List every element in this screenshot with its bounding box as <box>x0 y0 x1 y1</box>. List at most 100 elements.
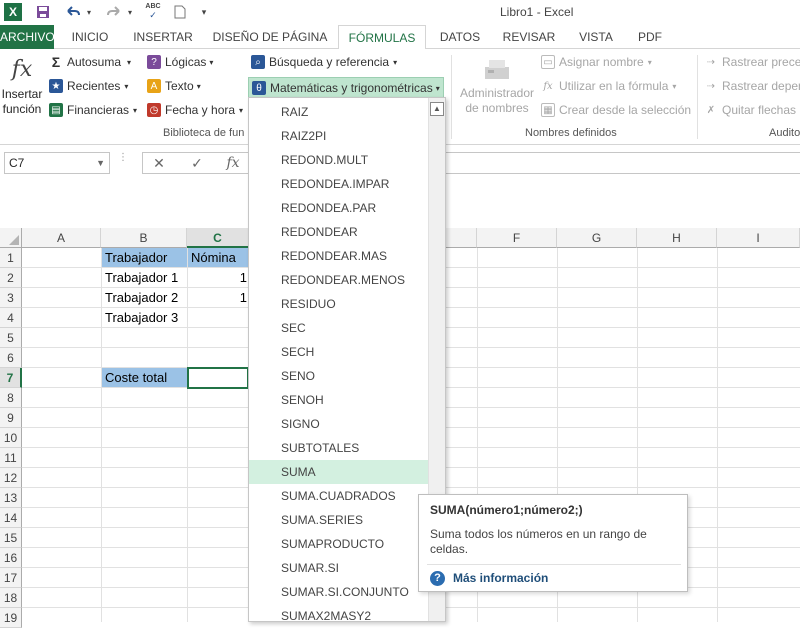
redo-dropdown-icon[interactable]: ▾ <box>125 3 135 21</box>
menu-item-subtotales[interactable]: SUBTOTALES <box>249 436 429 460</box>
undo-dropdown-icon[interactable]: ▾ <box>84 3 94 21</box>
quitar-flechas-button[interactable]: ✗ Quitar flechas ▾ <box>704 103 800 117</box>
busqueda-referencia-button[interactable]: ⌕ Búsqueda y referencia ▾ <box>251 55 397 69</box>
cell-b1[interactable]: Trabajador <box>102 248 187 267</box>
row-header[interactable]: 19 <box>0 608 22 628</box>
column-header-f[interactable]: F <box>477 228 557 248</box>
tab-formulas[interactable]: FÓRMULAS <box>338 25 426 50</box>
menu-item-redond-mult[interactable]: REDOND.MULT <box>249 148 429 172</box>
tab-inicio[interactable]: INICIO <box>62 25 118 49</box>
row-header[interactable]: 10 <box>0 428 22 448</box>
cell-c3[interactable]: 1 <box>188 288 249 307</box>
row-header[interactable]: 6 <box>0 348 22 368</box>
tab-archivo[interactable]: ARCHIVO <box>0 25 55 49</box>
column-header-c[interactable]: C <box>187 228 249 248</box>
row-header[interactable]: 15 <box>0 528 22 548</box>
column-header-i[interactable]: I <box>717 228 800 248</box>
cell-b4[interactable]: Trabajador 3 <box>102 308 187 327</box>
row-header[interactable]: 18 <box>0 588 22 608</box>
row-header[interactable]: 9 <box>0 408 22 428</box>
row-header[interactable]: 8 <box>0 388 22 408</box>
cell-c2[interactable]: 1 <box>188 268 249 287</box>
recientes-button[interactable]: ★ Recientes ▾ <box>49 79 128 93</box>
row-header[interactable]: 14 <box>0 508 22 528</box>
menu-item-sech[interactable]: SECH <box>249 340 429 364</box>
row-header[interactable]: 5 <box>0 328 22 348</box>
row-header[interactable]: 1 <box>0 248 22 268</box>
menu-item-sumar-si[interactable]: SUMAR.SI <box>249 556 429 580</box>
tab-datos[interactable]: DATOS <box>432 25 488 49</box>
row-header[interactable]: 12 <box>0 468 22 488</box>
menu-item-sumar-si-conjunto[interactable]: SUMAR.SI.CONJUNTO <box>249 580 429 604</box>
menu-item-redondear[interactable]: REDONDEAR <box>249 220 429 244</box>
rastrear-dependientes-button[interactable]: ⇢ Rastrear depen <box>704 79 800 93</box>
scroll-up-arrow-icon[interactable]: ▲ <box>430 102 444 116</box>
menu-item-sumaproducto[interactable]: SUMAPRODUCTO <box>249 532 429 556</box>
autosuma-button[interactable]: Σ Autosuma ▾ <box>49 54 131 70</box>
busqueda-label: Búsqueda y referencia <box>269 55 390 69</box>
menu-item-redondea-par[interactable]: REDONDEA.PAR <box>249 196 429 220</box>
cell-c1[interactable]: Nómina <box>188 248 249 267</box>
rastrear-precedentes-button[interactable]: ⇢ Rastrear preced <box>704 55 800 69</box>
tab-vista[interactable]: VISTA <box>570 25 622 49</box>
row-header[interactable]: 17 <box>0 568 22 588</box>
menu-item-signo[interactable]: SIGNO <box>249 412 429 436</box>
cell-b3[interactable]: Trabajador 2 <box>102 288 187 307</box>
cell-b2[interactable]: Trabajador 1 <box>102 268 187 287</box>
menu-item-suma-series[interactable]: SUMA.SERIES <box>249 508 429 532</box>
menu-item-redondea-impar[interactable]: REDONDEA.IMPAR <box>249 172 429 196</box>
selected-cell-c7[interactable] <box>187 367 249 389</box>
mas-informacion-link[interactable]: Más información <box>453 571 548 585</box>
menu-item-suma[interactable]: SUMA <box>249 460 429 484</box>
name-box[interactable]: C7 ▼ <box>4 152 110 174</box>
undo-icon[interactable] <box>62 3 84 21</box>
matematicas-trig-button[interactable]: θ Matemáticas y trigonométricas ▾ <box>248 77 444 99</box>
menu-item-sec[interactable]: SEC <box>249 316 429 340</box>
formula-input[interactable] <box>142 152 800 174</box>
tab-diseno-pagina[interactable]: DISEÑO DE PÁGINA <box>208 25 332 49</box>
tab-pdf[interactable]: PDF <box>630 25 670 49</box>
row-header[interactable]: 13 <box>0 488 22 508</box>
logicas-button[interactable]: ? Lógicas ▾ <box>147 55 213 69</box>
fecha-hora-button[interactable]: ◷ Fecha y hora ▾ <box>147 103 243 117</box>
column-header-h[interactable]: H <box>637 228 717 248</box>
save-icon[interactable] <box>33 3 53 21</box>
row-header-selected[interactable]: 7 <box>0 368 22 388</box>
cell-b7[interactable]: Coste total <box>102 368 187 387</box>
select-all-button[interactable] <box>0 228 22 248</box>
menu-item-seno[interactable]: SENO <box>249 364 429 388</box>
menu-item-sumax2masy2[interactable]: SUMAX2MASY2 <box>249 604 429 621</box>
menu-item-senoh[interactable]: SENOH <box>249 388 429 412</box>
menu-item-redondear-mas[interactable]: REDONDEAR.MAS <box>249 244 429 268</box>
row-header[interactable]: 3 <box>0 288 22 308</box>
tab-insertar[interactable]: INSERTAR <box>126 25 200 49</box>
financieras-button[interactable]: ▤ Financieras ▾ <box>49 103 137 117</box>
menu-item-residuo[interactable]: RESIDUO <box>249 292 429 316</box>
drag-handle-icon[interactable]: ⋮ <box>118 153 128 171</box>
menu-item-redondear-menos[interactable]: REDONDEAR.MENOS <box>249 268 429 292</box>
customize-arrow-icon[interactable]: ▾ <box>198 3 210 21</box>
texto-button[interactable]: A Texto ▾ <box>147 79 201 93</box>
row-header[interactable]: 4 <box>0 308 22 328</box>
help-icon[interactable]: ? <box>430 571 445 586</box>
row-header[interactable]: 16 <box>0 548 22 568</box>
column-header-g[interactable]: G <box>557 228 637 248</box>
asignar-nombre-button[interactable]: ▭ Asignar nombre ▾ <box>541 55 652 69</box>
column-header-a[interactable]: A <box>22 228 101 248</box>
crear-seleccion-button[interactable]: ▦ Crear desde la selección <box>541 103 691 117</box>
menu-item-raiz2pi[interactable]: RAIZ2PI <box>249 124 429 148</box>
column-header-b[interactable]: B <box>101 228 187 248</box>
administrador-nombres-button[interactable]: Administrador de nombres <box>456 57 538 116</box>
new-document-icon[interactable] <box>171 3 189 21</box>
menu-item-suma-cuadrados[interactable]: SUMA.CUADRADOS <box>249 484 429 508</box>
insert-function-button[interactable]: fx Insertar función <box>0 53 44 123</box>
spelling-icon[interactable]: ABC ✓ <box>143 3 163 21</box>
redo-icon[interactable] <box>103 3 125 21</box>
chevron-down-icon: ▾ <box>196 81 201 91</box>
row-header[interactable]: 2 <box>0 268 22 288</box>
chevron-down-icon[interactable]: ▼ <box>96 153 105 173</box>
utilizar-formula-button[interactable]: fx Utilizar en la fórmula ▾ <box>541 79 676 93</box>
row-header[interactable]: 11 <box>0 448 22 468</box>
menu-item-raiz[interactable]: RAIZ <box>249 100 429 124</box>
tab-revisar[interactable]: REVISAR <box>496 25 562 49</box>
